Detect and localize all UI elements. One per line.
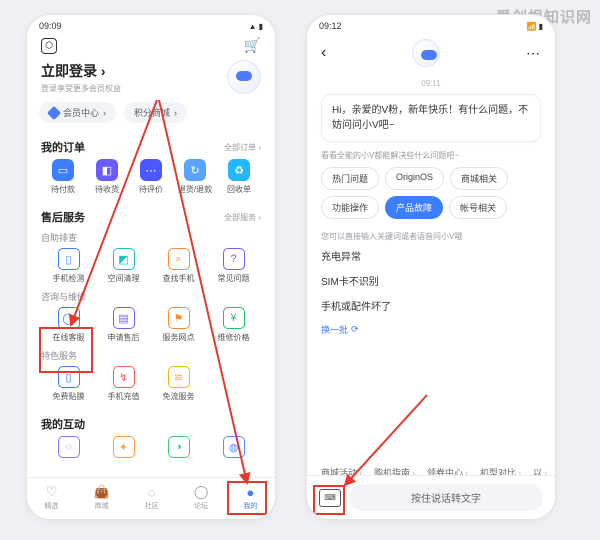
input-hint: 您可以直接输入关键词或者语音问小V哦 (321, 231, 541, 242)
interact-2[interactable]: ✦ (96, 436, 151, 458)
login-button[interactable]: 立即登录 › (41, 61, 121, 81)
locate-icon: ⌕ (168, 248, 190, 270)
annotation-box-online-service (39, 327, 93, 373)
nav-forum[interactable]: ◯论坛 (194, 484, 209, 511)
svc-service-points[interactable]: ⚑服务网点 (151, 307, 206, 343)
timestamp: 09:11 (321, 79, 541, 88)
svc-storage-clean[interactable]: ◩空间清理 (96, 248, 151, 284)
order-pending-receipt[interactable]: ◧待收货 (85, 159, 129, 195)
chat-icon: ⋯ (140, 159, 162, 181)
status-bar: 09:12 📶▮ (307, 15, 555, 33)
heart-icon: ♡ (46, 484, 58, 500)
clean-icon: ◩ (113, 248, 135, 270)
refresh-icon: ⟳ (351, 324, 359, 335)
svc-apply-aftersale[interactable]: ▤申请售后 (96, 307, 151, 343)
cart-icon[interactable]: 🛒 (244, 37, 261, 54)
svc-find-phone[interactable]: ⌕查找手机 (151, 248, 206, 284)
question-sim[interactable]: SIM卡不识别 (321, 273, 541, 288)
interact-3[interactable]: ◑ (151, 436, 206, 458)
recycle-icon: ♻ (228, 159, 250, 181)
svc-phone-check[interactable]: ▯手机检测 (41, 248, 96, 284)
self-check-heading: 自助排查 (41, 231, 261, 244)
order-recycle[interactable]: ♻回收单 (217, 159, 261, 195)
chip-member-center[interactable]: 会员中心 › (39, 102, 116, 123)
wallet-icon: ▭ (52, 159, 74, 181)
pill-fault[interactable]: 产品故障 (385, 196, 443, 219)
svc-faq[interactable]: ?常见问题 (206, 248, 261, 284)
order-pending-review[interactable]: ⋯待评价 (129, 159, 173, 195)
more-icon[interactable]: ⋯ (526, 45, 541, 62)
forum-icon: ◯ (194, 484, 209, 500)
community-icon: ◌ (148, 485, 156, 500)
capability-hint: 看看全能的小V都能解决些什么问题吧~ (321, 150, 541, 161)
interact-title: 我的互动 (41, 416, 85, 432)
pill-hot[interactable]: 热门问题 (321, 167, 379, 190)
annotation-box-keyboard (313, 485, 345, 515)
order-refund[interactable]: ↻退货/退款 (173, 159, 217, 195)
avatar[interactable] (227, 60, 261, 94)
svc-repair-price[interactable]: ¥维修价格 (206, 307, 261, 343)
greeting-bubble: Hi，亲爱的V粉，新年快乐！有什么问题，不妨问问小V吧~ (321, 94, 541, 142)
pill-mall[interactable]: 商城相关 (450, 167, 508, 190)
orders-more[interactable]: 全部订单 › (224, 142, 261, 153)
nav-community[interactable]: ◌社区 (145, 485, 159, 511)
interact-1[interactable]: ◌ (41, 436, 96, 458)
svc-free-data[interactable]: ≋免流服务 (151, 366, 206, 402)
question-broken[interactable]: 手机或配件坏了 (321, 298, 541, 313)
svc-recharge[interactable]: ↯手机充值 (96, 366, 151, 402)
question-charging[interactable]: 充电异常 (321, 248, 541, 263)
service-more[interactable]: 全部服务 › (224, 212, 261, 223)
phone-icon: ▯ (58, 248, 80, 270)
interact-4[interactable]: ◍ (206, 436, 261, 458)
status-time: 09:12 (319, 21, 342, 31)
nav-mall[interactable]: 👜商城 (94, 484, 110, 511)
refresh-questions[interactable]: 换一批⟳ (321, 323, 541, 336)
status-icons: ▲▮ (247, 21, 263, 31)
status-bar: 09:09 ▲▮ (27, 15, 275, 33)
back-button[interactable]: ‹ (321, 44, 326, 62)
phone-left: 09:09 ▲▮ ⬡ 🛒 立即登录 › 登录享受更多会员权益 会员中心 › 积分… (26, 14, 276, 520)
refund-icon: ↻ (184, 159, 206, 181)
category-pills: 热门问题 OriginOS 商城相关 功能操作 产品故障 帐号相关 (321, 167, 541, 219)
form-icon: ▤ (113, 307, 135, 329)
data-icon: ≋ (168, 366, 190, 388)
order-pending-payment[interactable]: ▭待付款 (41, 159, 85, 195)
box-icon: ◧ (96, 159, 118, 181)
orders-title: 我的订单 (41, 139, 85, 155)
bot-avatar (412, 39, 440, 67)
phone-right: 09:12 📶▮ ‹ ⋯ 09:11 Hi，亲爱的V粉，新年快乐！有什么问题，不… (306, 14, 556, 520)
nav-featured[interactable]: ♡精选 (45, 484, 59, 511)
pill-account[interactable]: 帐号相关 (449, 196, 507, 219)
voice-input[interactable]: 按住说话转文字 (349, 484, 543, 511)
pill-originos[interactable]: OriginOS (385, 167, 444, 190)
price-icon: ¥ (223, 307, 245, 329)
annotation-box-mine-tab (227, 481, 267, 515)
service-title: 售后服务 (41, 209, 85, 225)
recharge-icon: ↯ (113, 366, 135, 388)
chip-points-mall[interactable]: 积分商城 › (124, 102, 187, 123)
pill-function[interactable]: 功能操作 (321, 196, 379, 219)
bag-icon: 👜 (94, 484, 110, 500)
question-icon: ? (223, 248, 245, 270)
settings-icon[interactable]: ⬡ (41, 38, 57, 54)
login-subtitle: 登录享受更多会员权益 (41, 83, 121, 94)
pin-icon: ⚑ (168, 307, 190, 329)
status-icons: 📶▮ (525, 21, 543, 31)
headset-icon: ◯ (58, 307, 80, 329)
consult-repair-heading: 咨询与维修 (41, 290, 261, 303)
status-time: 09:09 (39, 21, 62, 31)
